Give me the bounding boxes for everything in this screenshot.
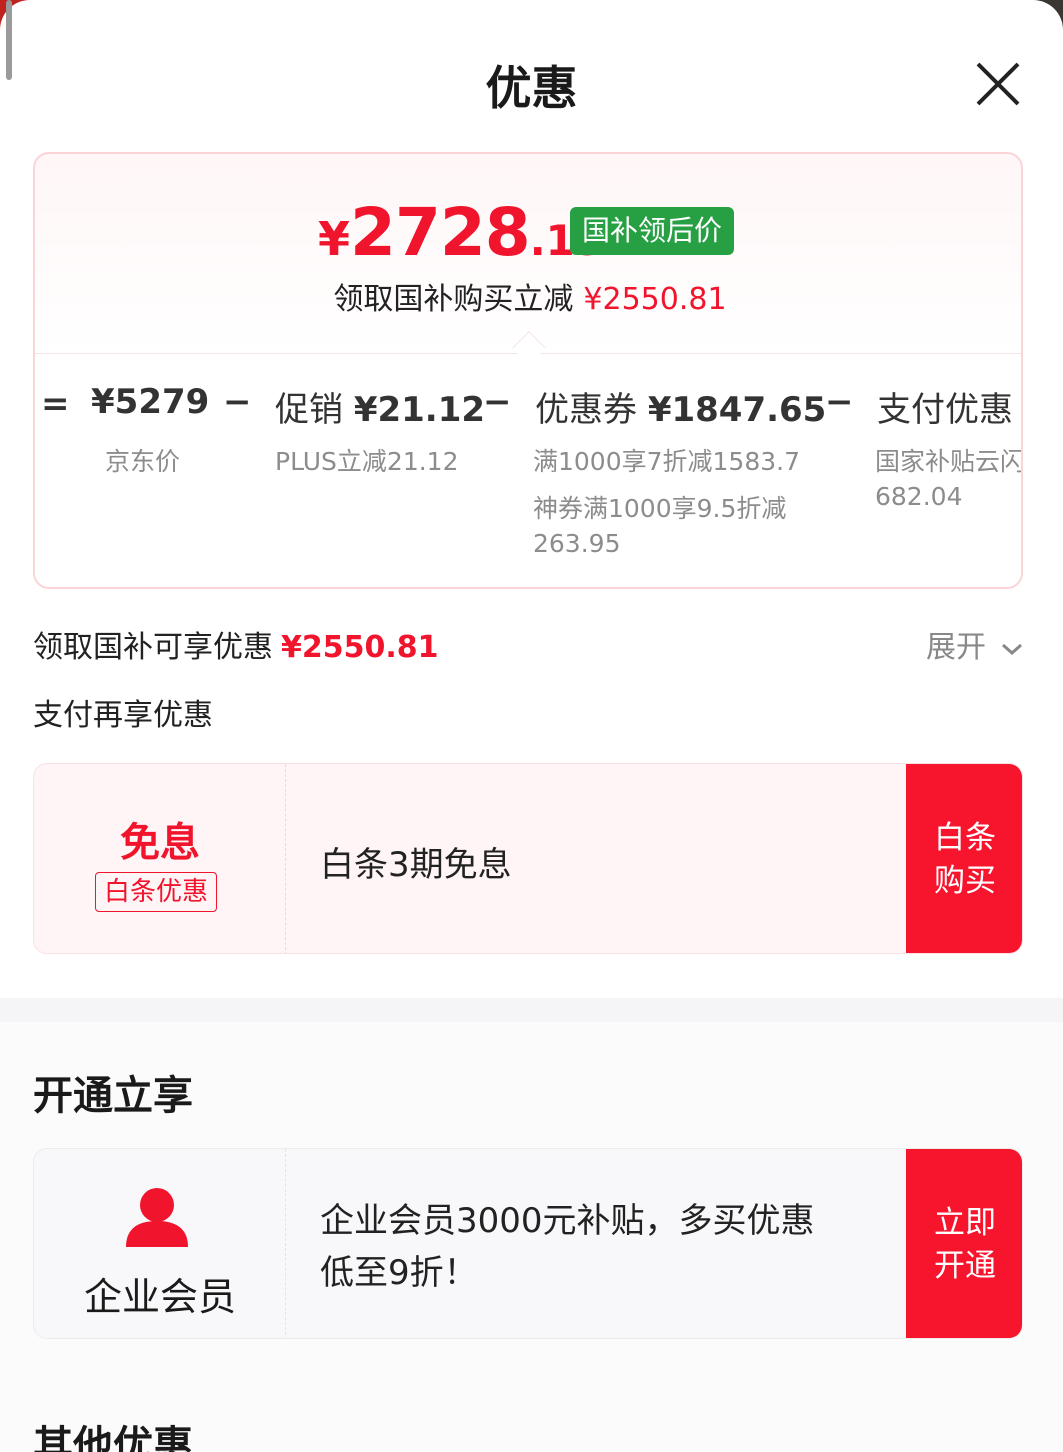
breakdown-label: 优惠券	[535, 390, 637, 430]
discount-sheet: 优惠 ¥2728.19 国补领后价 领取国补购买立减 ¥2550.81 = ¥52…	[0, 0, 1063, 1452]
offer-description: 企业会员3000元补贴，多买优惠 低至9折！	[320, 1195, 815, 1299]
baitiao-offer-card: 免息 白条优惠 白条3期免息 白条 购买	[33, 763, 1023, 954]
breakdown-sub: 263.95	[533, 529, 621, 558]
close-icon	[976, 62, 1020, 106]
cta-line: 白条	[934, 819, 996, 856]
final-price-integer: 2728	[350, 194, 531, 271]
open-section-title: 开通立享	[33, 1073, 193, 1119]
close-button[interactable]	[970, 56, 1026, 112]
open-now-button[interactable]: 立即 开通	[906, 1149, 1022, 1338]
enterprise-member-label: 企业会员	[83, 1275, 236, 1319]
cta-line: 购买	[934, 862, 996, 899]
offer-description: 白条3期免息	[320, 845, 512, 885]
minus-sign: −	[223, 382, 252, 422]
breakdown-sub: 神券满1000享9.5折减	[533, 494, 787, 523]
sheet-title: 优惠	[485, 61, 578, 115]
minus-sign: −	[825, 382, 854, 422]
baitiao-tag: 白条优惠	[95, 872, 218, 912]
price-summary-card: ¥2728.19 国补领后价 领取国补购买立减 ¥2550.81 = ¥5279 …	[33, 152, 1023, 589]
breakdown-sub: 682.04	[875, 482, 963, 511]
reduce-text: 领取国补购买立减	[333, 282, 574, 317]
offer-tag-area: 企业会员	[34, 1149, 286, 1338]
enterprise-offer-card: 企业会员 企业会员3000元补贴，多买优惠 低至9折！ 立即 开通	[33, 1148, 1023, 1339]
pay-section-title: 支付再享优惠	[33, 698, 213, 733]
user-icon	[126, 1188, 188, 1247]
breakdown-label: 支付优惠	[877, 390, 1013, 430]
breakdown-sub: 满1000享7折减1583.7	[533, 447, 801, 476]
minus-sign: −	[483, 382, 512, 422]
breakdown-sub: PLUS立减21.12	[275, 447, 459, 476]
other-section-title: 其他优惠	[33, 1423, 193, 1452]
breakdown-item: 促销 ¥21.12	[275, 382, 485, 431]
cta-line: 立即	[934, 1204, 996, 1241]
section-separator	[0, 998, 1063, 1022]
breakdown-value: ¥1847.65	[647, 390, 827, 430]
equals-sign: =	[41, 384, 70, 424]
offer-description-line: 企业会员3000元补贴，多买优惠	[320, 1201, 815, 1241]
reduce-amount: ¥2550.81	[583, 282, 727, 317]
baitiao-buy-button[interactable]: 白条 购买	[906, 764, 1022, 953]
breakdown-item: 支付优惠 ¥	[877, 382, 1021, 431]
final-price: ¥2728.19	[318, 194, 604, 271]
breakdown-value: ¥21.12	[353, 390, 486, 430]
reduce-line: 领取国补购买立减 ¥2550.81	[35, 274, 1021, 318]
subsidy-price-badge: 国补领后价	[570, 207, 735, 255]
interest-free-tag: 免息	[120, 820, 200, 866]
scrollbar[interactable]	[6, 0, 12, 80]
breakdown-item: ¥5279	[91, 382, 209, 422]
breakdown-item: 优惠券 ¥1847.65	[535, 382, 826, 431]
breakdown-sub: 京东价	[105, 447, 181, 476]
offer-tag-area: 免息 白条优惠	[34, 764, 286, 953]
expand-label: 展开	[926, 630, 986, 665]
subsidy-amount: ¥2550.81	[281, 630, 439, 665]
subsidy-row: 领取国补可享优惠 ¥2550.81	[33, 622, 439, 666]
breakdown-label: 促销	[275, 390, 343, 430]
breakdown-value: ¥5279	[91, 382, 210, 422]
subsidy-label: 领取国补可享优惠	[33, 630, 273, 665]
final-price-currency: ¥	[318, 212, 351, 266]
cta-line: 开通	[934, 1247, 996, 1284]
breakdown-sub: 国家补贴云闪	[875, 447, 1023, 476]
expand-button[interactable]: 展开	[926, 622, 1024, 666]
offer-description-line: 低至9折！	[320, 1253, 478, 1293]
price-breakdown[interactable]: = ¥5279 京东价 − 促销 ¥21.12 PLUS立减21.12 − 优惠…	[35, 354, 1023, 587]
chevron-down-icon	[1001, 643, 1022, 655]
